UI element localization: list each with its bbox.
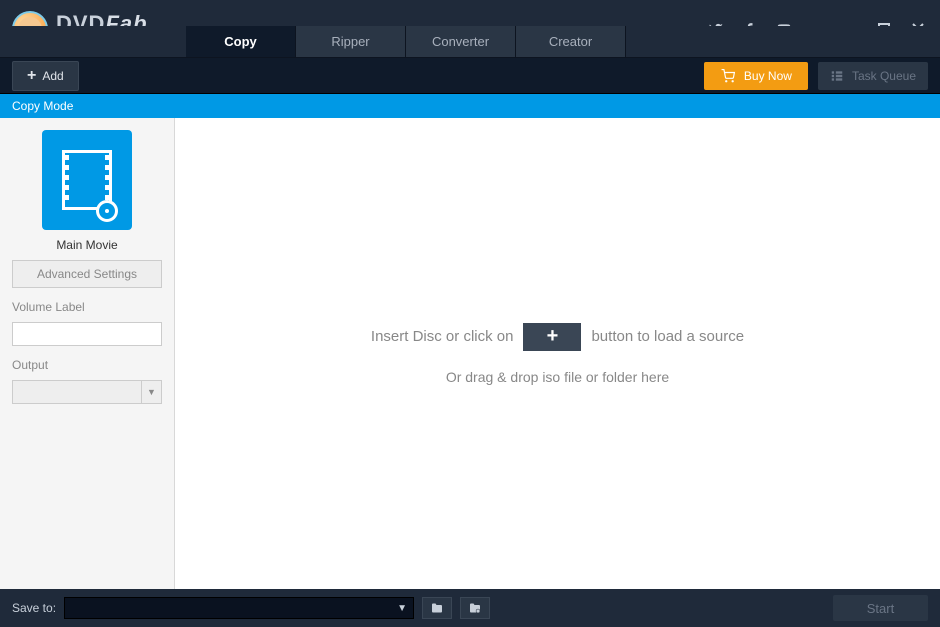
add-button[interactable]: + Add — [12, 61, 79, 91]
output-label: Output — [12, 358, 48, 372]
queue-label: Task Queue — [852, 69, 916, 83]
chevron-down-icon[interactable]: ▼ — [142, 380, 162, 404]
add-label: Add — [42, 69, 63, 83]
output-value — [12, 380, 142, 404]
cart-icon — [720, 69, 736, 83]
toolbar: + Add Buy Now Task Queue — [0, 58, 940, 94]
tab-ripper[interactable]: Ripper — [296, 26, 406, 57]
list-icon — [830, 69, 844, 83]
tabbar: Copy Ripper Converter Creator — [0, 26, 940, 58]
chevron-down-icon: ▼ — [397, 603, 407, 614]
buy-label: Buy Now — [744, 69, 792, 83]
sidebar: Main Movie Advanced Settings Volume Labe… — [0, 118, 175, 589]
main-drop-area[interactable]: Insert Disc or click on + button to load… — [175, 118, 940, 589]
load-source-button[interactable]: + — [523, 323, 581, 351]
hint-suffix: button to load a source — [591, 328, 744, 345]
plus-icon: + — [27, 68, 36, 84]
start-button[interactable]: Start — [833, 595, 928, 621]
volume-label-input[interactable] — [12, 322, 162, 346]
open-location-button[interactable] — [460, 597, 490, 619]
disc-icon — [96, 200, 118, 222]
advanced-settings-button[interactable]: Advanced Settings — [12, 260, 162, 288]
task-queue-button[interactable]: Task Queue — [818, 62, 928, 90]
buy-now-button[interactable]: Buy Now — [704, 62, 808, 90]
tab-copy[interactable]: Copy — [186, 26, 296, 57]
hint-prefix: Insert Disc or click on — [371, 328, 514, 345]
mode-bar-label: Copy Mode — [12, 99, 73, 113]
tab-converter[interactable]: Converter — [406, 26, 516, 57]
mode-bar: Copy Mode — [0, 94, 940, 118]
folder-open-icon — [468, 602, 482, 614]
copy-mode-icon[interactable] — [42, 130, 132, 230]
hint-line-2: Or drag & drop iso file or folder here — [446, 369, 669, 385]
folder-icon — [430, 602, 444, 614]
output-select[interactable]: ▼ — [12, 380, 162, 404]
footer: Save to: ▼ Start — [0, 589, 940, 627]
save-to-label: Save to: — [12, 601, 56, 615]
save-to-select[interactable]: ▼ — [64, 597, 414, 619]
hint-line-1: Insert Disc or click on + button to load… — [371, 323, 744, 351]
tab-creator[interactable]: Creator — [516, 26, 626, 57]
volume-label: Volume Label — [12, 300, 85, 314]
browse-folder-button[interactable] — [422, 597, 452, 619]
mode-name-label: Main Movie — [56, 238, 117, 252]
